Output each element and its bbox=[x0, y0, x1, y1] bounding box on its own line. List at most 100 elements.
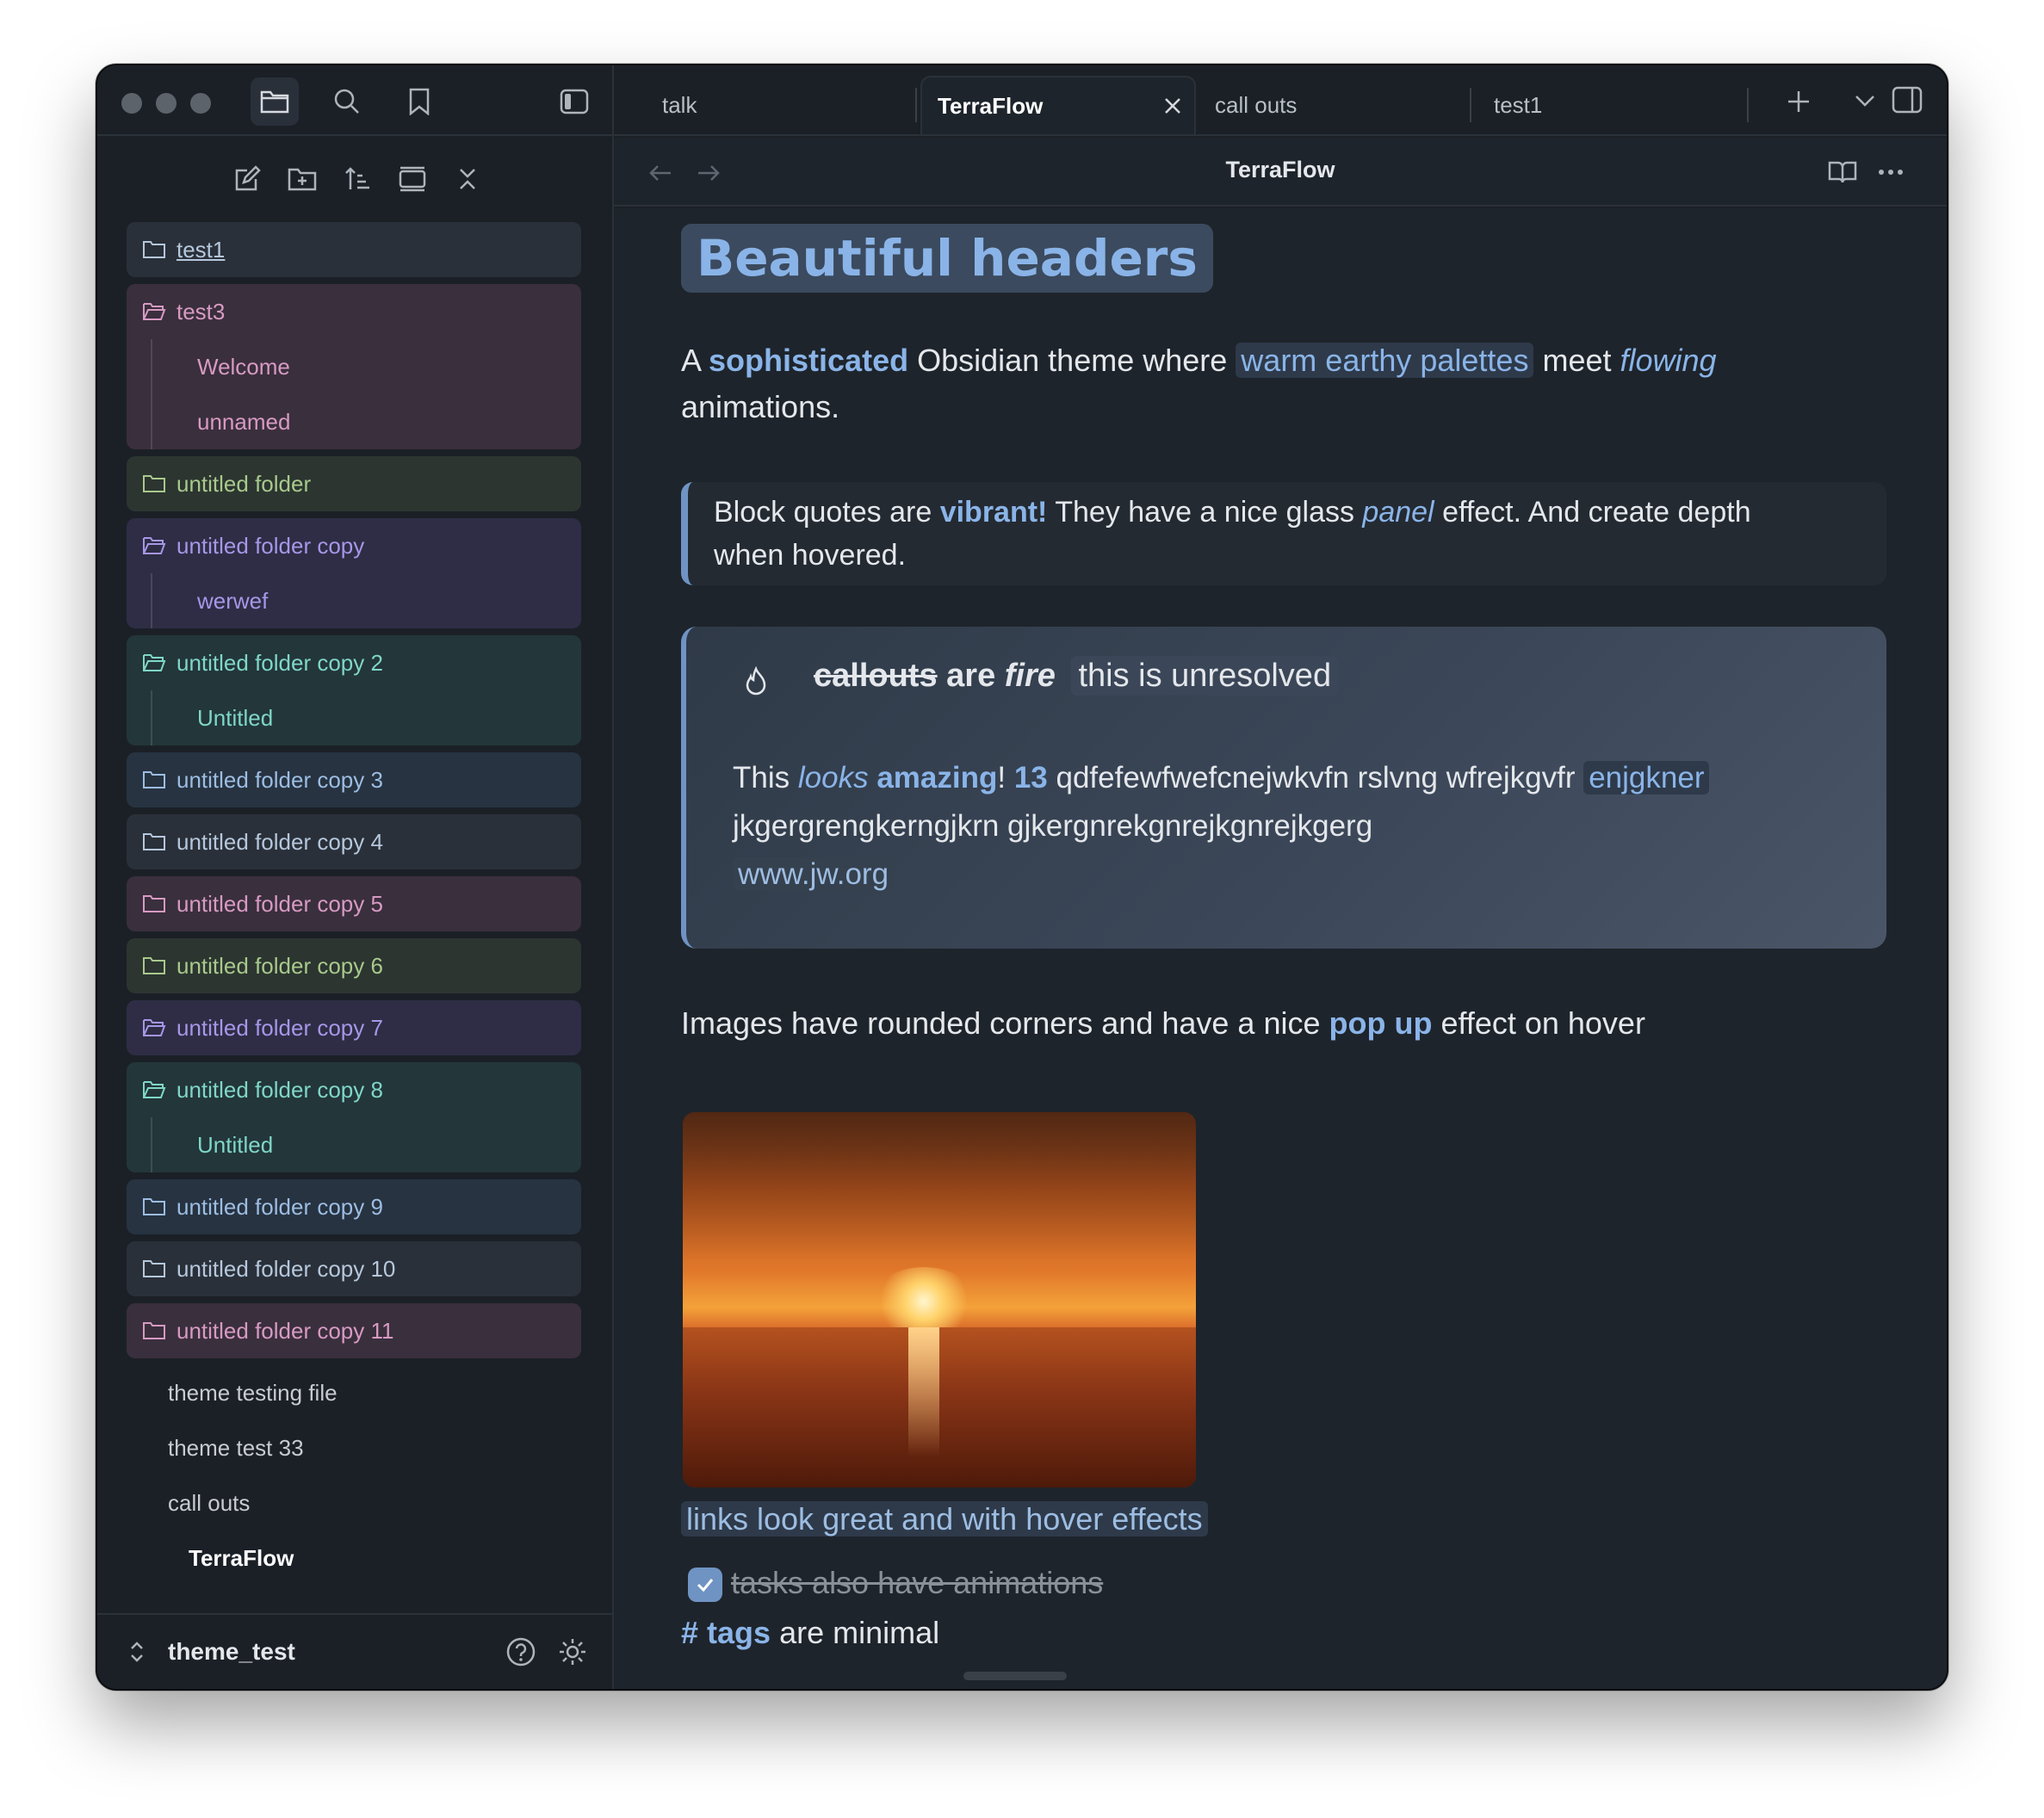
italic-text: flowing bbox=[1620, 343, 1717, 378]
folder-label: untitled folder copy 4 bbox=[177, 828, 383, 855]
file-item[interactable]: theme test 33 bbox=[127, 1420, 581, 1475]
vault-name[interactable]: theme_test bbox=[168, 1638, 295, 1666]
folder-untitled-folder-copy-3[interactable]: untitled folder copy 3 bbox=[127, 752, 581, 807]
file-item[interactable]: Welcome bbox=[127, 339, 581, 394]
highlight-text: warm earthy palettes bbox=[1236, 343, 1534, 378]
task-item: tasks also have animations bbox=[688, 1560, 1103, 1606]
note-heading: Beautiful headers bbox=[681, 224, 1213, 293]
vault-switcher-bar: theme_test bbox=[97, 1613, 614, 1689]
intro-text: animations. bbox=[681, 389, 840, 424]
close-icon[interactable] bbox=[1163, 96, 1182, 115]
tag-link[interactable]: tags bbox=[707, 1615, 771, 1650]
italic-text: looks bbox=[797, 761, 869, 795]
window-close-button[interactable] bbox=[121, 93, 142, 114]
task-checkbox[interactable] bbox=[688, 1568, 722, 1603]
quote-text: effect. And create depth bbox=[1434, 496, 1751, 529]
folder-untitled-folder-copy[interactable]: untitled folder copy werwef bbox=[127, 518, 581, 628]
intro-paragraph: A sophisticated Obsidian theme where war… bbox=[681, 337, 1904, 430]
internal-link[interactable]: links look great and with hover effects bbox=[681, 1501, 1208, 1537]
folder-icon bbox=[143, 1260, 165, 1277]
right-sidebar-toggle-icon[interactable] bbox=[1892, 86, 1923, 114]
folder-untitled-folder-copy-4[interactable]: untitled folder copy 4 bbox=[127, 814, 581, 869]
note-content: Beautiful headers A sophisticated Obsidi… bbox=[614, 208, 1947, 1689]
search-icon[interactable] bbox=[323, 77, 371, 126]
window-minimize-button[interactable] bbox=[156, 93, 177, 114]
folder-untitled-folder-copy-11[interactable]: untitled folder copy 11 bbox=[127, 1303, 581, 1358]
folder-untitled-folder-copy-6[interactable]: untitled folder copy 6 bbox=[127, 938, 581, 993]
close-icon[interactable] bbox=[449, 160, 486, 198]
new-note-icon[interactable] bbox=[228, 160, 266, 198]
folder-label: untitled folder copy 8 bbox=[177, 1076, 383, 1103]
folder-untitled-folder[interactable]: untitled folder bbox=[127, 456, 581, 511]
chevron-down-icon[interactable] bbox=[1854, 93, 1876, 108]
folder-open-icon bbox=[143, 537, 166, 554]
window-zoom-button[interactable] bbox=[190, 93, 211, 114]
sunset-image[interactable] bbox=[683, 1112, 1196, 1487]
folder-label: untitled folder bbox=[177, 470, 312, 497]
file-tree: test1 test3 Welcome unnamed untitled fol… bbox=[127, 222, 581, 1586]
tab-call-outs[interactable]: call outs bbox=[1199, 76, 1466, 134]
sort-icon[interactable] bbox=[338, 160, 376, 198]
callout-text: This bbox=[733, 761, 798, 795]
highlight-text: enjgkner bbox=[1583, 761, 1710, 795]
tab-test1[interactable]: test1 bbox=[1478, 76, 1745, 134]
new-folder-icon[interactable] bbox=[283, 160, 321, 198]
file-item[interactable]: unnamed bbox=[127, 394, 581, 449]
images-paragraph: Images have rounded corners and have a n… bbox=[681, 1000, 1645, 1047]
file-item[interactable]: werwef bbox=[127, 573, 581, 628]
file-item[interactable]: Untitled bbox=[127, 1117, 581, 1172]
folder-icon bbox=[143, 1322, 165, 1339]
file-label: call outs bbox=[168, 1489, 251, 1516]
flame-icon bbox=[746, 666, 766, 696]
tab-terraflow[interactable]: TerraFlow bbox=[920, 76, 1196, 134]
folder-icon bbox=[143, 241, 165, 258]
view-header: TerraFlow bbox=[614, 138, 1947, 207]
folder-untitled-folder-copy-7[interactable]: untitled folder copy 7 bbox=[127, 1000, 581, 1055]
callout-text: ! bbox=[997, 761, 1007, 795]
callout: callouts are fire this is unresolved Thi… bbox=[681, 627, 1886, 949]
folder-label: untitled folder copy 10 bbox=[177, 1255, 396, 1282]
view-title[interactable]: TerraFlow bbox=[614, 157, 1947, 183]
file-label: Welcome bbox=[197, 353, 290, 380]
file-label: Untitled bbox=[197, 1131, 274, 1158]
file-item-active[interactable]: TerraFlow bbox=[127, 1530, 581, 1586]
italic-text: panel bbox=[1362, 496, 1434, 529]
folder-untitled-folder-copy-5[interactable]: untitled folder copy 5 bbox=[127, 876, 581, 931]
file-item[interactable]: Untitled bbox=[127, 690, 581, 745]
file-item[interactable]: theme testing file bbox=[127, 1365, 581, 1420]
more-options-icon[interactable] bbox=[1878, 169, 1904, 176]
file-label: TerraFlow bbox=[189, 1544, 294, 1571]
file-item[interactable]: call outs bbox=[127, 1475, 581, 1530]
file-label: theme testing file bbox=[168, 1379, 338, 1406]
help-icon[interactable] bbox=[505, 1636, 536, 1667]
folder-untitled-folder-copy-8[interactable]: untitled folder copy 8 Untitled bbox=[127, 1062, 581, 1172]
new-tab-icon[interactable] bbox=[1787, 90, 1811, 114]
folder-untitled-folder-copy-10[interactable]: untitled folder copy 10 bbox=[127, 1241, 581, 1296]
quote-text: They have a nice glass bbox=[1047, 496, 1363, 529]
unresolved-link[interactable]: this is unresolved bbox=[1071, 656, 1339, 696]
folder-label: untitled folder copy 2 bbox=[177, 649, 383, 676]
tab-talk[interactable]: talk bbox=[647, 76, 914, 134]
gear-icon[interactable] bbox=[557, 1636, 588, 1667]
tab-separator bbox=[915, 88, 917, 122]
scroll-indicator[interactable] bbox=[963, 1672, 1067, 1680]
intro-text: meet bbox=[1533, 343, 1620, 378]
main-pane: talk TerraFlow call outs test1 TerraFlow… bbox=[614, 65, 1947, 1689]
tab-label: TerraFlow bbox=[938, 92, 1044, 119]
chevron-updown-icon[interactable] bbox=[128, 1640, 146, 1664]
folder-untitled-folder-copy-2[interactable]: untitled folder copy 2 Untitled bbox=[127, 635, 581, 745]
folder-untitled-folder-copy-9[interactable]: untitled folder copy 9 bbox=[127, 1179, 581, 1234]
folder-test3[interactable]: test3 Welcome unnamed bbox=[127, 284, 581, 449]
folder-icon[interactable] bbox=[251, 77, 299, 126]
folder-open-icon bbox=[143, 303, 166, 320]
file-label: werwef bbox=[197, 587, 269, 614]
folder-open-icon bbox=[143, 1019, 166, 1036]
cloud-shading bbox=[683, 1112, 1196, 1258]
folder-test1[interactable]: test1 bbox=[127, 222, 581, 277]
reading-view-icon[interactable] bbox=[1828, 160, 1857, 184]
folder-open-icon bbox=[143, 654, 166, 671]
collapse-icon[interactable] bbox=[393, 160, 431, 198]
bookmark-icon[interactable] bbox=[395, 77, 443, 126]
sidebar-toggle-icon[interactable] bbox=[550, 77, 598, 126]
external-link[interactable]: www.jw.org bbox=[733, 857, 895, 891]
